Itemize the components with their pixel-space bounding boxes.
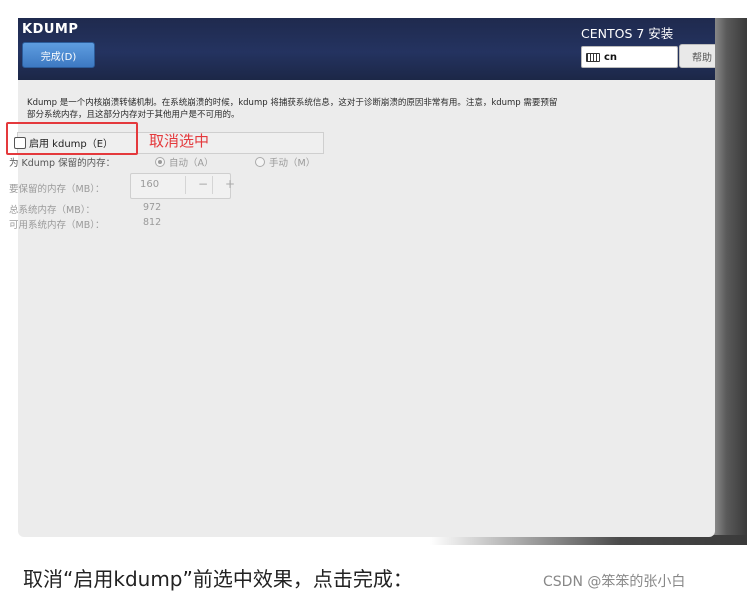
done-button[interactable]: 完成(D) — [22, 42, 95, 68]
watermark: CSDN @笨笨的张小白 — [543, 574, 686, 590]
manual-radio[interactable] — [255, 157, 265, 167]
keyboard-layout-label: cn — [604, 51, 618, 63]
keyboard-layout-indicator[interactable]: cn — [581, 46, 678, 68]
description-line: Kdump 是一个内核崩溃转储机制。在系统崩溃的时候，kdump 将捕获系统信息… — [27, 98, 558, 108]
keyboard-icon — [586, 52, 600, 62]
reserve-memory-label: 为 Kdump 保留的内存： — [9, 158, 116, 169]
decrement-button[interactable]: − — [198, 177, 208, 191]
stepper-divider — [212, 176, 213, 194]
manual-radio-label[interactable]: 手动（M） — [269, 155, 315, 169]
installer-window: KDUMP 完成(D) CENTOS 7 安装 cn 帮助 Kdump 是一个内… — [18, 18, 715, 537]
usable-memory-value: 812 — [143, 217, 162, 228]
header-bar: KDUMP 完成(D) CENTOS 7 安装 cn 帮助 — [18, 18, 715, 80]
highlight-box — [6, 122, 138, 155]
reserved-memory-value[interactable]: 160 — [140, 179, 159, 190]
caption-text: 取消“启用kdump”前选中效果，点击完成： — [23, 567, 413, 591]
increment-button[interactable]: + — [225, 177, 235, 191]
shadow-strip — [713, 18, 747, 538]
annotation-text: 取消选中 — [149, 132, 210, 150]
installer-title: CENTOS 7 安装 — [581, 26, 674, 41]
total-memory-label: 总系统内存（MB）： — [9, 205, 95, 216]
page-title: KDUMP — [22, 22, 79, 37]
auto-radio-label[interactable]: 自动（A） — [169, 155, 214, 169]
reserved-memory-label: 要保留的内存（MB）： — [9, 184, 105, 195]
total-memory-value: 972 — [143, 202, 162, 213]
auto-radio[interactable] — [155, 157, 165, 167]
help-button[interactable]: 帮助 — [679, 44, 715, 68]
description-text: Kdump 是一个内核崩溃转储机制。在系统崩溃的时候，kdump 将捕获系统信息… — [27, 97, 715, 121]
description-line: 部分系统内存，且这部分内存对于其他用户是不可用的。 — [27, 110, 240, 120]
stepper-divider — [185, 176, 186, 194]
usable-memory-label: 可用系统内存（MB）： — [9, 220, 105, 231]
